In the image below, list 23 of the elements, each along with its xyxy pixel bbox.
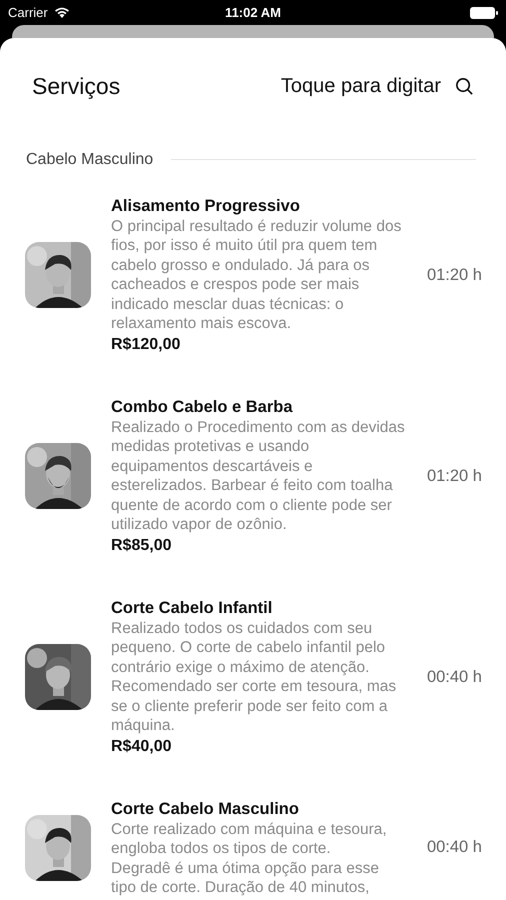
service-description: O principal resultado é reduzir volume dos fios, por isso é muito útil pra quem tem cabelo grosso e ondulado. Já para os cacheados e crespos pode ser mais indicado mesclar duas técnicas: o relaxamento mais escova. bbox=[111, 216, 402, 334]
service-title: Alisamento Progressivo bbox=[111, 196, 301, 216]
service-description: Realizado o Procedimento com as devidas medidas protetivas e usando equipamentos descartáveis e esterelizados. Barbear é feito com toalha quente de acordo com o cliente pode ser utilizado vapor de ozônio. bbox=[111, 418, 406, 534]
service-price: R$40,00 bbox=[111, 736, 172, 756]
service-title: Corte Cabelo Infantil bbox=[111, 598, 274, 618]
service-price: R$120,00 bbox=[111, 334, 182, 354]
section-title: Cabelo Masculino bbox=[26, 150, 154, 170]
service-duration: 01:20 h bbox=[426, 466, 482, 487]
service-duration: 00:40 h bbox=[426, 837, 482, 858]
search-icon bbox=[455, 76, 474, 96]
service-duration: 01:20 h bbox=[426, 264, 482, 286]
battery-icon bbox=[470, 6, 498, 18]
search-field[interactable]: Toque para digitar bbox=[245, 71, 474, 102]
clock: 11:02 AM bbox=[225, 4, 281, 22]
service-price: R$85,00 bbox=[111, 536, 172, 556]
service-title: Combo Cabelo e Barba bbox=[111, 396, 294, 418]
service-description: Corte realizado com máquina e tesoura, engloba todos os tipos de corte. Degradê é uma ótima opção para esse tipo de corte. Duração de 40 minutos, bbox=[111, 820, 388, 898]
wifi-icon bbox=[54, 6, 70, 18]
service-title: Corte Cabelo Masculino bbox=[111, 798, 300, 820]
service-description: Realizado todos os cuidados com seu pequeno. O corte de cabelo infantil pelo contrário exige o máximo de atenção. Recomendado ser corte em tesoura, mas se o cliente preferir pode ser feito com a máquina. bbox=[111, 618, 398, 736]
carrier-label: Carrier bbox=[8, 4, 48, 22]
page-title: Serviços bbox=[32, 72, 120, 101]
service-duration: 00:40 h bbox=[426, 666, 482, 688]
